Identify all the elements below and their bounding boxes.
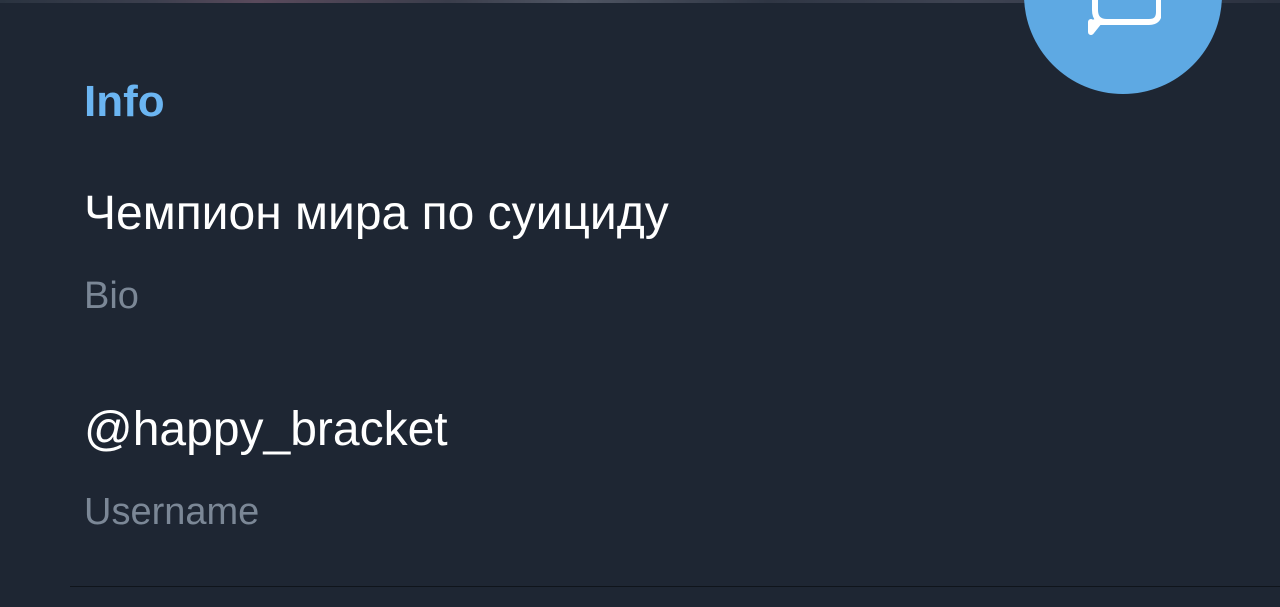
username-label: Username xyxy=(84,491,260,533)
message-fab-button[interactable] xyxy=(1024,0,1222,94)
divider xyxy=(70,586,1280,587)
username-text[interactable]: @happy_bracket xyxy=(84,400,448,460)
section-title-info: Info xyxy=(84,77,165,126)
bio-label: Bio xyxy=(84,275,139,317)
message-icon xyxy=(1088,0,1161,35)
bio-text: Чемпион мира по суициду xyxy=(84,187,669,240)
